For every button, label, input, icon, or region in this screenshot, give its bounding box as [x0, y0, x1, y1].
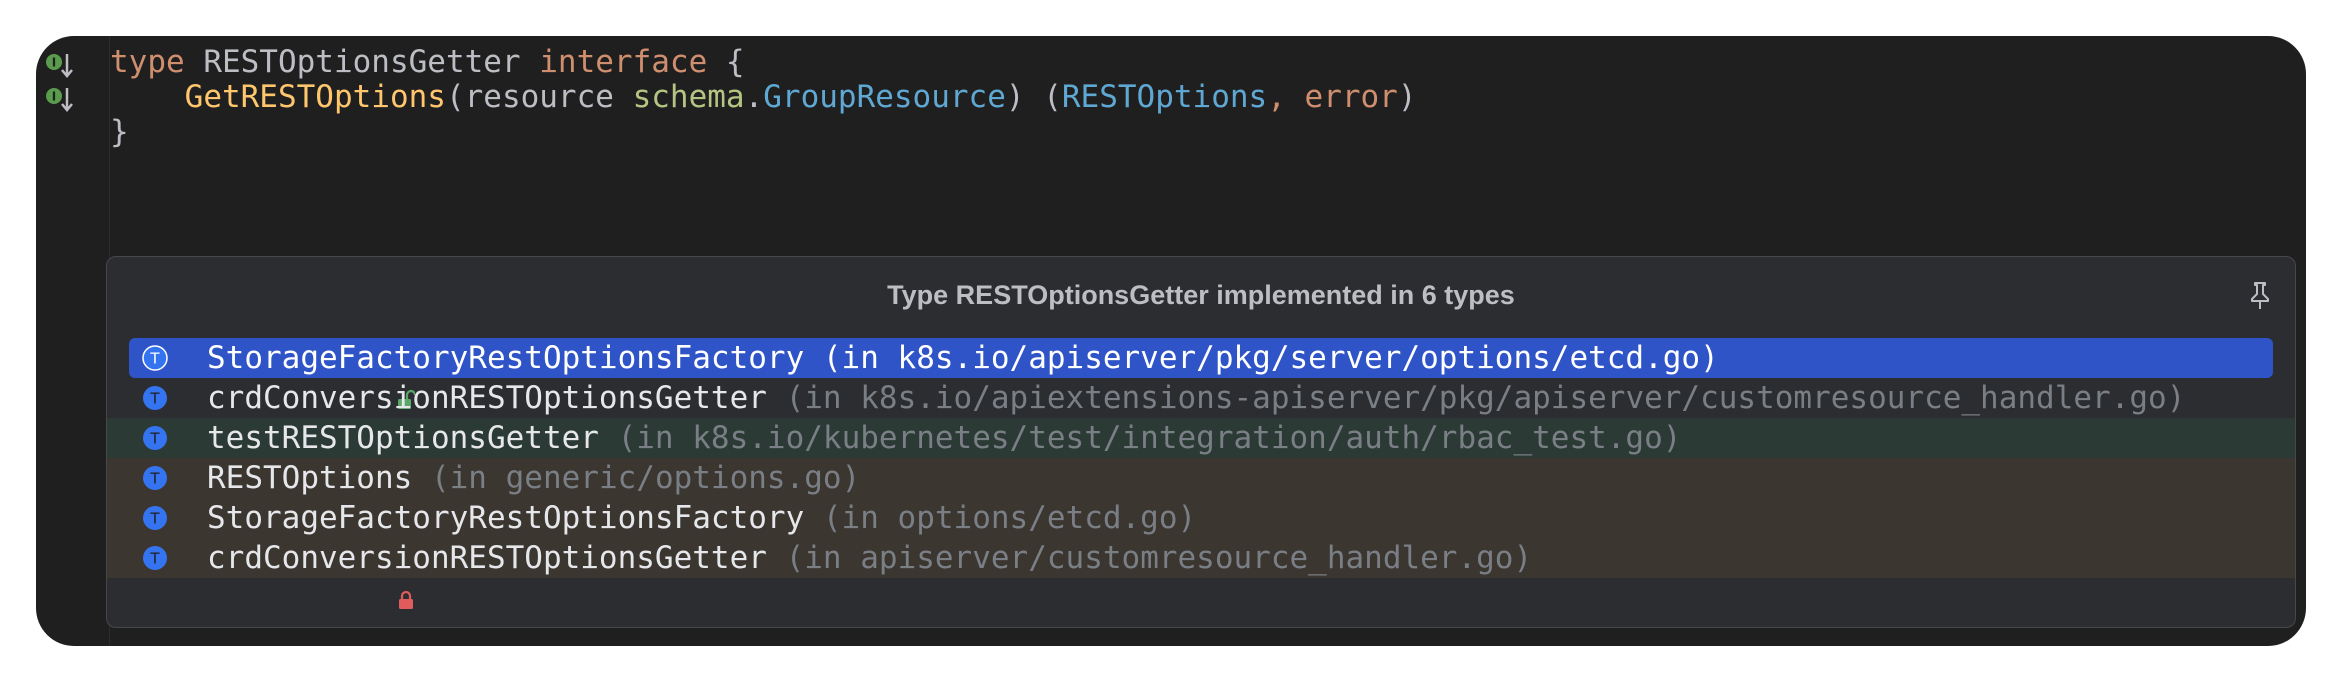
- svg-text:T: T: [149, 550, 160, 568]
- type-icon: T: [141, 504, 169, 532]
- list-item[interactable]: T crdConversionRESTOptionsGetter (in k8s…: [107, 378, 2295, 449]
- item-name: StorageFactoryRestOptionsFactory: [207, 340, 805, 376]
- type-icon: T: [141, 464, 169, 492]
- item-location: (in k8s.io/kubernetes/test/integration/a…: [598, 420, 1682, 456]
- comma: ,: [1267, 79, 1305, 115]
- interface-name: RESTOptionsGetter: [184, 44, 540, 80]
- type-icon: T: [141, 544, 169, 572]
- type-icon: T: [141, 384, 169, 412]
- implementations-list: T StorageFactoryRestOptionsFactory (in k…: [107, 338, 2295, 609]
- item-location: (in apiserver/customresource_handler.go): [766, 540, 1533, 576]
- svg-text:T: T: [149, 510, 160, 528]
- keyword-interface: interface: [539, 44, 708, 80]
- dot: .: [744, 79, 764, 115]
- return-close: ): [1397, 79, 1417, 115]
- implemented-down-icon[interactable]: I: [44, 50, 74, 80]
- pin-icon[interactable]: [2247, 281, 2273, 311]
- code-line-1[interactable]: type RESTOptionsGetter interface {: [110, 42, 745, 82]
- item-location: (in k8s.io/apiserver/pkg/server/options/…: [804, 340, 1719, 376]
- type-icon: T: [141, 344, 169, 372]
- lock-icon: [173, 387, 413, 449]
- method-name: GetRESTOptions: [184, 79, 446, 115]
- code-line-2[interactable]: GetRESTOptions(resource schema.GroupReso…: [110, 77, 1417, 117]
- list-item[interactable]: T crdConversionRESTOptionsGetter (in api…: [107, 538, 2295, 609]
- item-name: RESTOptions: [207, 460, 413, 496]
- lock-icon: [173, 547, 413, 609]
- list-item[interactable]: T testRESTOptionsGetter (in k8s.io/kuber…: [107, 418, 2295, 489]
- param-type: GroupResource: [763, 79, 1006, 115]
- popup-title: Type RESTOptionsGetter implemented in 6 …: [887, 279, 1515, 310]
- svg-text:T: T: [149, 350, 160, 368]
- return-error: error: [1304, 79, 1398, 115]
- item-name: StorageFactoryRestOptionsFactory: [207, 500, 805, 536]
- item-name: crdConversionRESTOptionsGetter: [207, 380, 767, 416]
- svg-text:I: I: [52, 56, 56, 70]
- svg-text:T: T: [149, 430, 160, 448]
- svg-text:T: T: [149, 470, 160, 488]
- code-line-3[interactable]: }: [110, 112, 129, 152]
- list-item[interactable]: T StorageFactoryRestOptionsFactory (in k…: [129, 338, 2273, 409]
- item-location: (in generic/options.go): [412, 460, 861, 496]
- param-open: (resource: [445, 79, 633, 115]
- return-open: ) (: [1005, 79, 1062, 115]
- keyword-type: type: [110, 44, 185, 80]
- unlocked-icon: [173, 467, 417, 529]
- item-location: (in k8s.io/apiextensions-apiserver/pkg/a…: [766, 380, 2186, 416]
- lock-icon: [173, 427, 413, 489]
- unlocked-icon: [173, 507, 417, 569]
- implementations-popup[interactable]: Type RESTOptionsGetter implemented in 6 …: [106, 256, 2296, 628]
- list-item[interactable]: T StorageFactoryRestOptionsFactory (in o…: [107, 498, 2295, 569]
- return-type: RESTOptions: [1061, 79, 1268, 115]
- open-brace: {: [707, 44, 745, 80]
- list-item[interactable]: T RESTOptions (in generic/options.go): [107, 458, 2295, 529]
- type-icon: T: [141, 424, 169, 452]
- code-editor[interactable]: I I type RESTOptionsGetter interface { G…: [36, 36, 2306, 646]
- svg-text:I: I: [52, 90, 56, 104]
- item-location: (in options/etcd.go): [804, 500, 1197, 536]
- unlocked-icon: [173, 347, 417, 409]
- implemented-down-icon[interactable]: I: [44, 84, 74, 114]
- item-name: testRESTOptionsGetter: [207, 420, 599, 456]
- item-name: crdConversionRESTOptionsGetter: [207, 540, 767, 576]
- svg-text:T: T: [149, 390, 160, 408]
- close-brace: }: [110, 114, 129, 150]
- package-name: schema: [632, 79, 745, 115]
